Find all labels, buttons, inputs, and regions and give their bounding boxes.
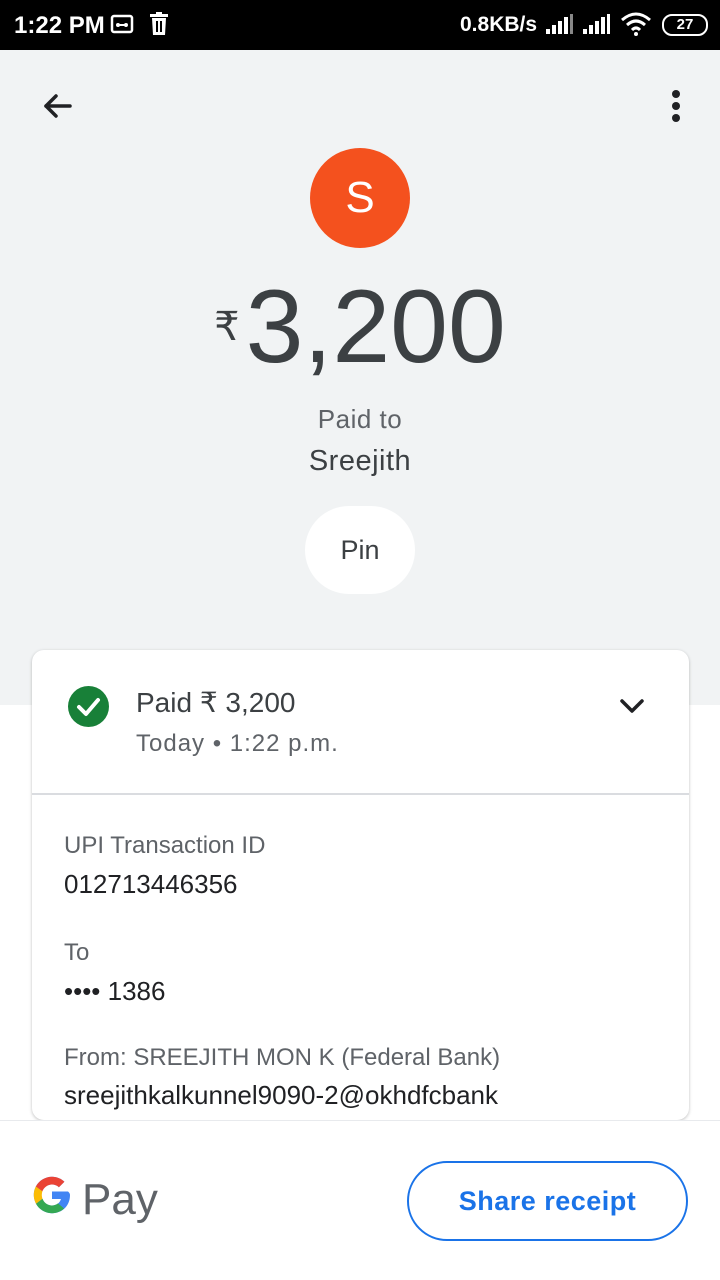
signal-icon (583, 14, 611, 39)
currency-symbol: ₹ (214, 305, 240, 349)
chevron-down-icon[interactable] (616, 692, 648, 720)
voicemail-icon (110, 12, 134, 41)
transaction-details-card: Paid ₹ 3,200 Today • 1:22 p.m. UPI Trans… (32, 650, 689, 1120)
signal-icon (546, 14, 574, 39)
amount-value: 3,200 (245, 269, 506, 385)
from-value: sreejithkalkunnel9090-2@okhdfcbank (64, 1080, 499, 1110)
share-receipt-button[interactable]: Share receipt (407, 1161, 688, 1241)
pin-button[interactable]: Pin (305, 506, 415, 594)
from-label: From: SREEJITH MON K (Federal Bank) (64, 1044, 501, 1071)
status-bar: 1:22 PM 0.8KB/s 27 (0, 0, 720, 50)
paid-to-label: Paid to (317, 404, 403, 434)
to-value: •••• 1386 (64, 976, 166, 1006)
upi-transaction-id-label: UPI Transaction ID (64, 832, 266, 859)
bottom-bar: Pay Share receipt (0, 1120, 720, 1280)
network-speed: 0.8KB/s (460, 13, 538, 36)
to-label: To (64, 939, 90, 966)
upi-transaction-id-value: 012713446356 (64, 869, 238, 899)
wifi-icon (620, 12, 652, 41)
more-vertical-icon (660, 90, 692, 136)
avatar: S (310, 148, 410, 248)
google-g-logo (30, 1173, 74, 1227)
status-time: 1:22 PM (14, 12, 105, 39)
check-circle-icon (68, 686, 109, 727)
battery-icon: 27 (662, 14, 708, 36)
more-options-button[interactable] (660, 84, 692, 132)
back-button[interactable] (32, 84, 80, 132)
payment-timestamp: Today • 1:22 p.m. (136, 730, 339, 757)
trash-icon (148, 12, 170, 41)
divider (32, 793, 689, 795)
gpay-logo-text: Pay (82, 1175, 158, 1224)
amount-display: ₹3,200 (0, 272, 720, 382)
arrow-back-icon (32, 94, 80, 136)
payment-status: Paid ₹ 3,200 (136, 687, 296, 718)
payee-name: Sreejith (308, 445, 412, 477)
